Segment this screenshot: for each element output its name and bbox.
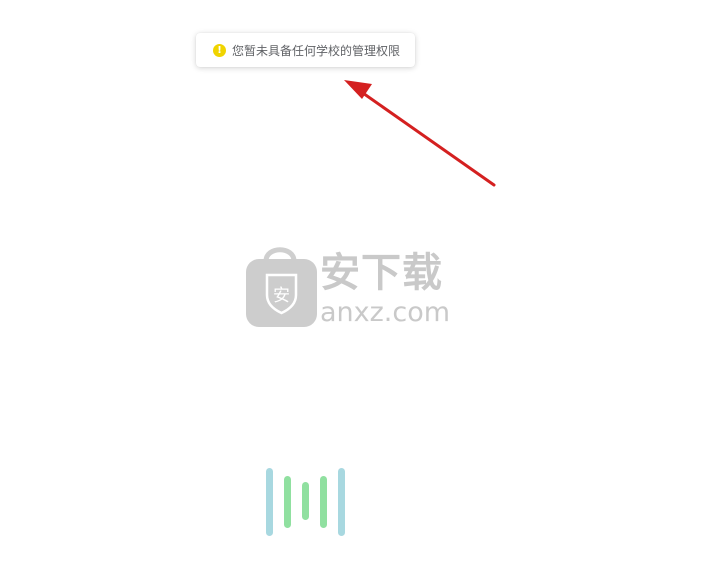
bag-label: 安 xyxy=(273,286,290,306)
watermark-logo: 安 安下载 anxz.com xyxy=(244,245,464,333)
loader-bar xyxy=(266,468,273,536)
loader-bar xyxy=(338,468,345,536)
warning-icon: ! xyxy=(213,43,226,57)
loader-bar xyxy=(302,482,309,520)
watermark-title: 安下载 xyxy=(320,250,443,296)
red-arrow-icon xyxy=(344,80,496,187)
toast-message: 您暂未具备任何学校的管理权限 xyxy=(232,43,401,58)
loader-bar xyxy=(284,476,291,528)
loader-bar xyxy=(320,476,327,528)
watermark-domain: anxz.com xyxy=(320,297,451,328)
shopping-bag-icon: 安 xyxy=(246,247,317,327)
loading-bars-icon xyxy=(264,466,348,538)
permission-warning-toast: ! 您暂未具备任何学校的管理权限 xyxy=(196,33,415,67)
